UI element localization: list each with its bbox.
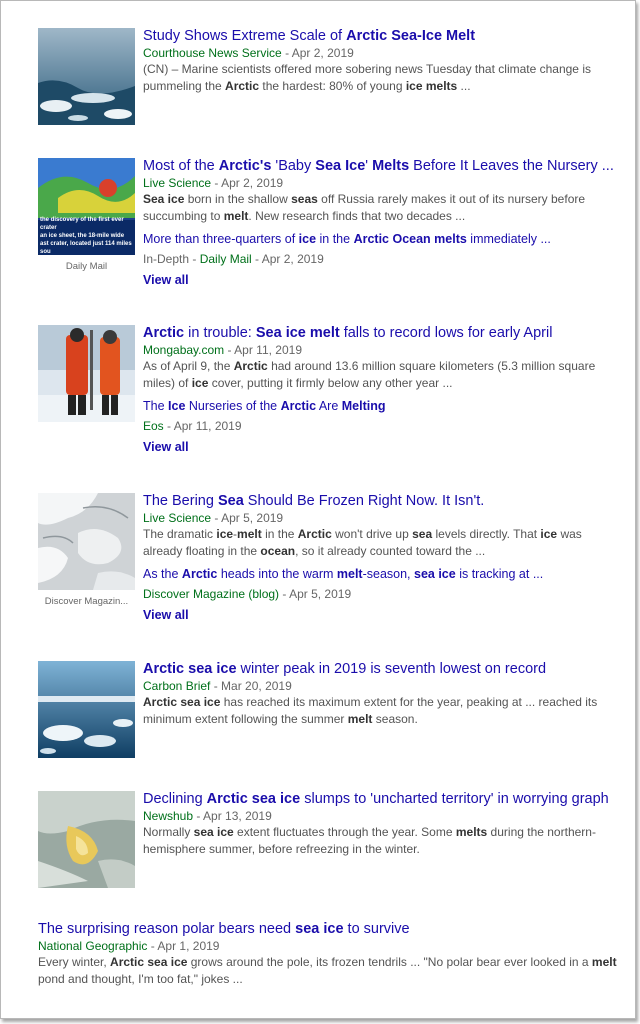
related-story: More than three-quarters of ice in the A… [143,231,618,267]
related-story-title[interactable]: More than three-quarters of ice in the A… [143,231,618,248]
result-date: Mar 20, 2019 [221,679,292,693]
result-snippet: Sea ice born in the shallow seas off Rus… [143,192,586,223]
result-date: Apr 13, 2019 [203,809,272,823]
result-date: Apr 2, 2019 [221,176,284,190]
result-source: Live Science - Apr 5, 2019 [143,511,284,525]
publisher-name[interactable]: Daily Mail [200,252,252,266]
related-story-title[interactable]: The Ice Nurseries of the Arctic Are Melt… [143,398,618,415]
result-snippet: Every winter, Arctic sea ice grows aroun… [38,955,617,986]
thumbnail-image[interactable] [38,325,135,422]
result-title[interactable]: Declining Arctic sea ice slumps to 'unch… [143,791,618,808]
result-date: Apr 2, 2019 [261,252,324,266]
floating-ice-image [38,661,135,758]
publisher-name[interactable]: Carbon Brief [143,679,210,693]
publisher-name[interactable]: Discover Magazine (blog) [143,587,279,601]
related-story-source: In-Depth - Daily Mail - Apr 2, 2019 [143,252,324,266]
publisher-name[interactable]: Courthouse News Service [143,46,282,60]
result-snippet: Arctic sea ice has reached its maximum e… [143,695,598,726]
result-title[interactable]: The Bering Sea Should Be Frozen Right No… [143,493,618,510]
thumbnail-image[interactable] [38,661,135,758]
result-snippet: Normally sea ice extent fluctuates throu… [143,825,596,856]
result-title[interactable]: The surprising reason polar bears need s… [38,921,618,938]
result-source: Live Science - Apr 2, 2019 [143,176,284,190]
thumbnail-image[interactable] [38,791,135,888]
result-date: Apr 5, 2019 [289,587,352,601]
satellite-sea-ice-image [38,493,135,590]
result-date: Apr 11, 2019 [234,343,302,357]
result-snippet: (CN) – Marine scientists offered more so… [143,62,591,93]
related-story-title[interactable]: As the Arctic heads into the warm melt-s… [143,566,618,583]
result-source: Carbon Brief - Mar 20, 2019 [143,679,292,693]
publisher-name[interactable]: Live Science [143,176,211,190]
thumbnail-caption: Daily Mail [65,261,108,272]
sea-ice-aerial-image [38,28,135,125]
publisher-name[interactable]: Live Science [143,511,211,525]
result-title[interactable]: Arctic sea ice winter peak in 2019 is se… [143,661,618,678]
result-date: Apr 2, 2019 [291,46,354,60]
view-all-link[interactable]: View all [143,272,618,288]
thumbnail-caption: Discover Magazin... [44,596,129,607]
result-source: Mongabay.com - Apr 11, 2019 [143,343,302,357]
thumbnail-image[interactable] [38,493,135,590]
result-title[interactable]: Arctic in trouble: Sea ice melt falls to… [143,325,618,342]
thumbnail-image[interactable] [38,28,135,125]
view-all-link[interactable]: View all [143,439,618,455]
result-title[interactable]: Study Shows Extreme Scale of Arctic Sea-… [143,28,618,45]
result-source: Newshub - Apr 13, 2019 [143,809,272,823]
publisher-name[interactable]: National Geographic [38,939,147,953]
thumbnail-image[interactable]: the discovery of the first ever crater a… [38,158,135,255]
result-title[interactable]: Most of the Arctic's 'Baby Sea Ice' Melt… [143,158,618,175]
result-date: Apr 5, 2019 [221,511,284,525]
publisher-name[interactable]: Newshub [143,809,193,823]
sunlit-ice-image [38,791,135,888]
result-snippet: The dramatic ice-melt in the Arctic won'… [143,527,582,558]
related-story: The Ice Nurseries of the Arctic Are Melt… [143,398,618,434]
result-source: Courthouse News Service - Apr 2, 2019 [143,46,354,60]
result-date: Apr 1, 2019 [157,939,220,953]
result-source: National Geographic - Apr 1, 2019 [38,939,220,953]
view-all-link[interactable]: View all [143,607,618,623]
result-date: Apr 11, 2019 [173,419,242,433]
related-story-source: Discover Magazine (blog) - Apr 5, 2019 [143,587,352,601]
researchers-on-ice-image [38,325,135,422]
result-snippet: As of April 9, the Arctic had around 13.… [143,359,596,390]
related-story: As the Arctic heads into the warm melt-s… [143,566,618,602]
publisher-name[interactable]: Mongabay.com [143,343,224,357]
thumbnail-overlay-text: the discovery of the first ever crater a… [40,217,132,255]
related-story-source: Eos - Apr 11, 2019 [143,419,242,433]
publisher-name[interactable]: Eos [143,419,164,433]
results-panel: Study Shows Extreme Scale of Arctic Sea-… [0,0,636,1019]
